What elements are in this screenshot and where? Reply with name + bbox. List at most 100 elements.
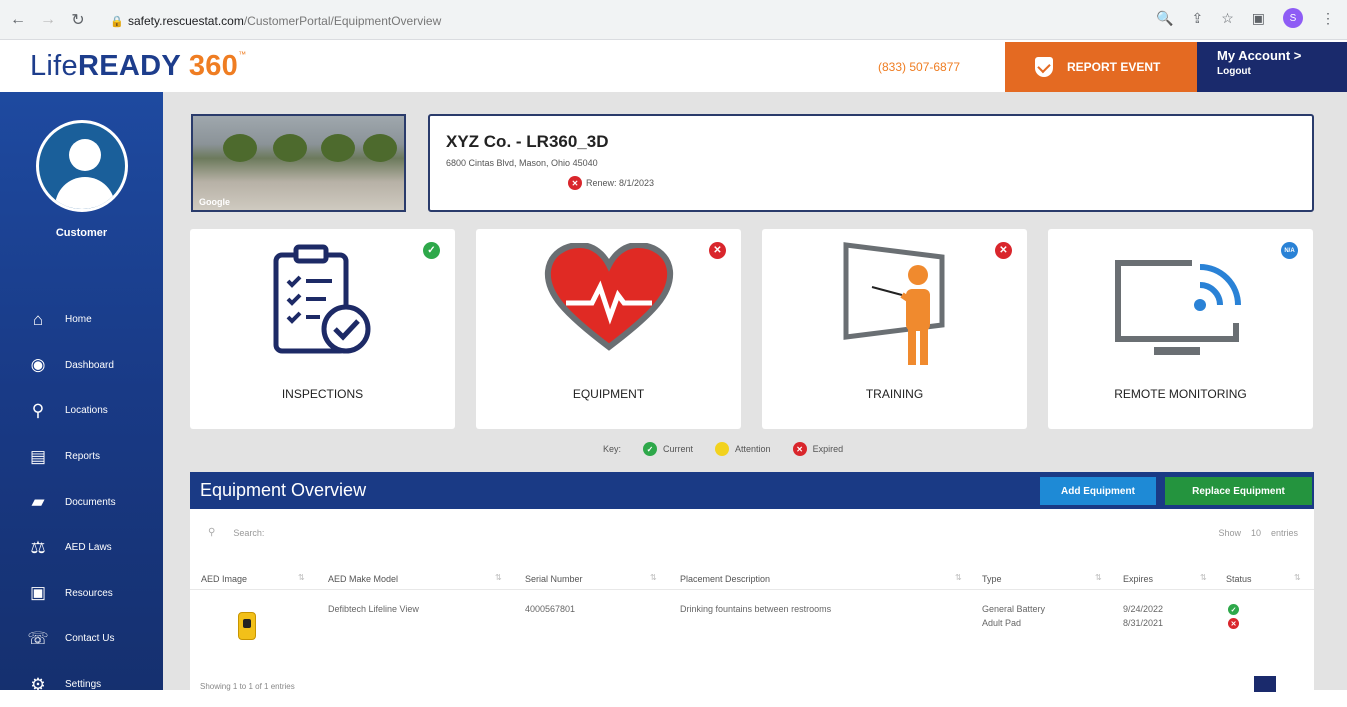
reload-icon[interactable]: ↻ [66, 8, 90, 32]
dashboard-icon: ◉ [30, 355, 46, 375]
sidebar-item-label: Resources [65, 587, 113, 599]
site-info-card: XYZ Co. - LR360_3D 6800 Cintas Blvd, Mas… [428, 114, 1314, 212]
sort-icon[interactable]: ⇅ [1095, 573, 1102, 582]
sidebar-item-home[interactable]: ⌂ Home [0, 297, 163, 343]
column-header[interactable]: AED Image [201, 574, 247, 584]
column-header[interactable]: Placement Description [680, 574, 770, 584]
sidebar-item-label: Reports [65, 451, 101, 463]
current-status-icon: ✓ [423, 242, 440, 259]
folder-icon: ▰ [31, 492, 45, 512]
zoom-icon[interactable]: 🔍 [1156, 10, 1173, 27]
side-panel-icon[interactable]: ▣ [1252, 10, 1265, 27]
site-renewal: ✕ Renew: 8/1/2023 [568, 176, 1312, 190]
sidebar-item-label: Documents [65, 496, 116, 508]
location-pin-icon: ⚲ [31, 400, 45, 420]
search-icon: ⚲ [208, 527, 216, 538]
tile-label: TRAINING [865, 387, 924, 401]
column-header[interactable]: AED Make Model [328, 574, 398, 584]
column-header[interactable]: Serial Number [525, 574, 583, 584]
aed-device-image [238, 612, 256, 640]
app-logo[interactable]: LifeREADY 360™ [30, 50, 246, 83]
url-domain: safety.rescuestat.com [128, 14, 244, 28]
current-key-icon: ✓ [643, 442, 658, 456]
report-event-button[interactable]: REPORT EVENT [1005, 42, 1197, 92]
logout-link[interactable]: Logout [1217, 66, 1347, 77]
training-presenter-icon [843, 242, 945, 365]
site-name: XYZ Co. - LR360_3D [446, 132, 609, 151]
sidebar-item-label: Contact Us [65, 633, 115, 645]
browser-toolbar: ← → ↻ 🔒 safety.rescuestat.com /CustomerP… [0, 0, 1347, 40]
replace-equipment-button[interactable]: Replace Equipment [1165, 477, 1312, 505]
page-length-select[interactable]: 10 [1251, 528, 1261, 538]
site-photo: Google [191, 114, 406, 212]
sidebar-item-settings[interactable]: ⚙ Settings [0, 662, 163, 707]
sidebar-item-label: Home [65, 314, 92, 326]
support-phone[interactable]: (833) 507-6877 [878, 60, 960, 74]
sidebar-item-reports[interactable]: ▤ Reports [0, 434, 163, 480]
tile-label: EQUIPMENT [572, 387, 645, 401]
cell-status: ✓ ✕ [1228, 604, 1239, 629]
table-header: AED Image ⇅ AED Make Model ⇅ Serial Numb… [190, 568, 1314, 590]
sidebar-item-documents[interactable]: ▰ Documents [0, 479, 163, 525]
sidebar-nav: ⌂ Home ◉ Dashboard ⚲ Locations ▤ Reports ▰ Do… [0, 297, 163, 707]
bookmark-star-icon[interactable]: ☆ [1221, 10, 1234, 27]
sidebar-item-label: AED Laws [65, 542, 112, 554]
sort-icon[interactable]: ⇅ [955, 573, 962, 582]
cell-type: General Battery Adult Pad [982, 602, 1045, 630]
headset-icon: ☏ [27, 628, 49, 648]
expired-status-icon: ✕ [568, 176, 582, 190]
expires-battery: 9/24/2022 [1123, 604, 1164, 614]
my-account-panel[interactable]: My Account > Logout [1197, 42, 1347, 92]
column-header[interactable]: Expires [1123, 574, 1153, 584]
column-header[interactable]: Status [1226, 574, 1252, 584]
not-applicable-status-icon: N/A [1281, 242, 1298, 259]
main-content: Google XYZ Co. - LR360_3D 6800 Cintas Bl… [163, 92, 1347, 692]
sidebar-item-locations[interactable]: ⚲ Locations [0, 388, 163, 434]
sort-icon[interactable]: ⇅ [1200, 573, 1207, 582]
sort-icon[interactable]: ⇅ [495, 573, 502, 582]
expired-status-icon: ✕ [709, 242, 726, 259]
table-controls: ⚲ Search: Show 10 entries [208, 527, 1308, 538]
tile-inspections[interactable]: ✓ INSPECTIONS [190, 229, 455, 429]
sidebar-item-resources[interactable]: ▣ Resources [0, 571, 163, 617]
search-input[interactable]: Search: [233, 528, 264, 538]
address-bar[interactable]: 🔒 safety.rescuestat.com /CustomerPortal/… [110, 8, 1110, 34]
expires-pad: 8/31/2021 [1123, 618, 1164, 628]
tile-training[interactable]: ✕ TRAINING [762, 229, 1027, 429]
profile-avatar[interactable]: S [1283, 8, 1303, 28]
reports-icon: ▤ [29, 446, 47, 466]
sidebar-item-aed-laws[interactable]: ⚖ AED Laws [0, 525, 163, 571]
logo-life: Life [30, 50, 78, 82]
entries-label: entries [1270, 527, 1298, 538]
sidebar-item-dashboard[interactable]: ◉ Dashboard [0, 343, 163, 389]
key-expired: Expired [812, 444, 844, 454]
sort-icon[interactable]: ⇅ [298, 573, 305, 582]
my-account-link[interactable]: My Account > [1217, 48, 1347, 63]
heart-pulse-icon [544, 243, 674, 351]
forward-icon[interactable]: → [36, 8, 60, 32]
user-avatar-icon[interactable] [36, 120, 128, 212]
tile-remote-monitoring[interactable]: N/A REMOTE MONITORING [1048, 229, 1313, 429]
logo-ready: READY [77, 50, 189, 82]
sort-icon[interactable]: ⇅ [1294, 573, 1301, 582]
user-role-label: Customer [55, 227, 108, 239]
cell-placement: Drinking fountains between restrooms [680, 604, 832, 614]
column-header[interactable]: Type [982, 574, 1002, 584]
resources-icon: ▣ [29, 583, 47, 603]
equipment-overview-title: Equipment Overview [200, 480, 367, 500]
monitor-wifi-icon [1115, 257, 1242, 355]
sidebar-item-label: Settings [65, 679, 102, 691]
menu-kebab-icon[interactable]: ⋮ [1321, 10, 1335, 27]
equipment-overview-panel: Equipment Overview Add Equipment Replace… [190, 472, 1314, 692]
tile-label: INSPECTIONS [281, 387, 364, 401]
back-icon[interactable]: ← [6, 8, 30, 32]
show-label: Show [1218, 527, 1241, 538]
status-tiles: ✓ INSPECTIONS ✕ EQUIPMENT ✕ TRAINING N/A… [190, 229, 1314, 429]
sort-icon[interactable]: ⇅ [650, 573, 657, 582]
type-pad: Adult Pad [982, 618, 1022, 628]
type-battery: General Battery [982, 604, 1046, 614]
sidebar-item-contact-us[interactable]: ☏ Contact Us [0, 616, 163, 662]
add-equipment-button[interactable]: Add Equipment [1040, 477, 1156, 505]
share-icon[interactable]: ⇪ [1191, 10, 1203, 27]
tile-equipment[interactable]: ✕ EQUIPMENT [476, 229, 741, 429]
